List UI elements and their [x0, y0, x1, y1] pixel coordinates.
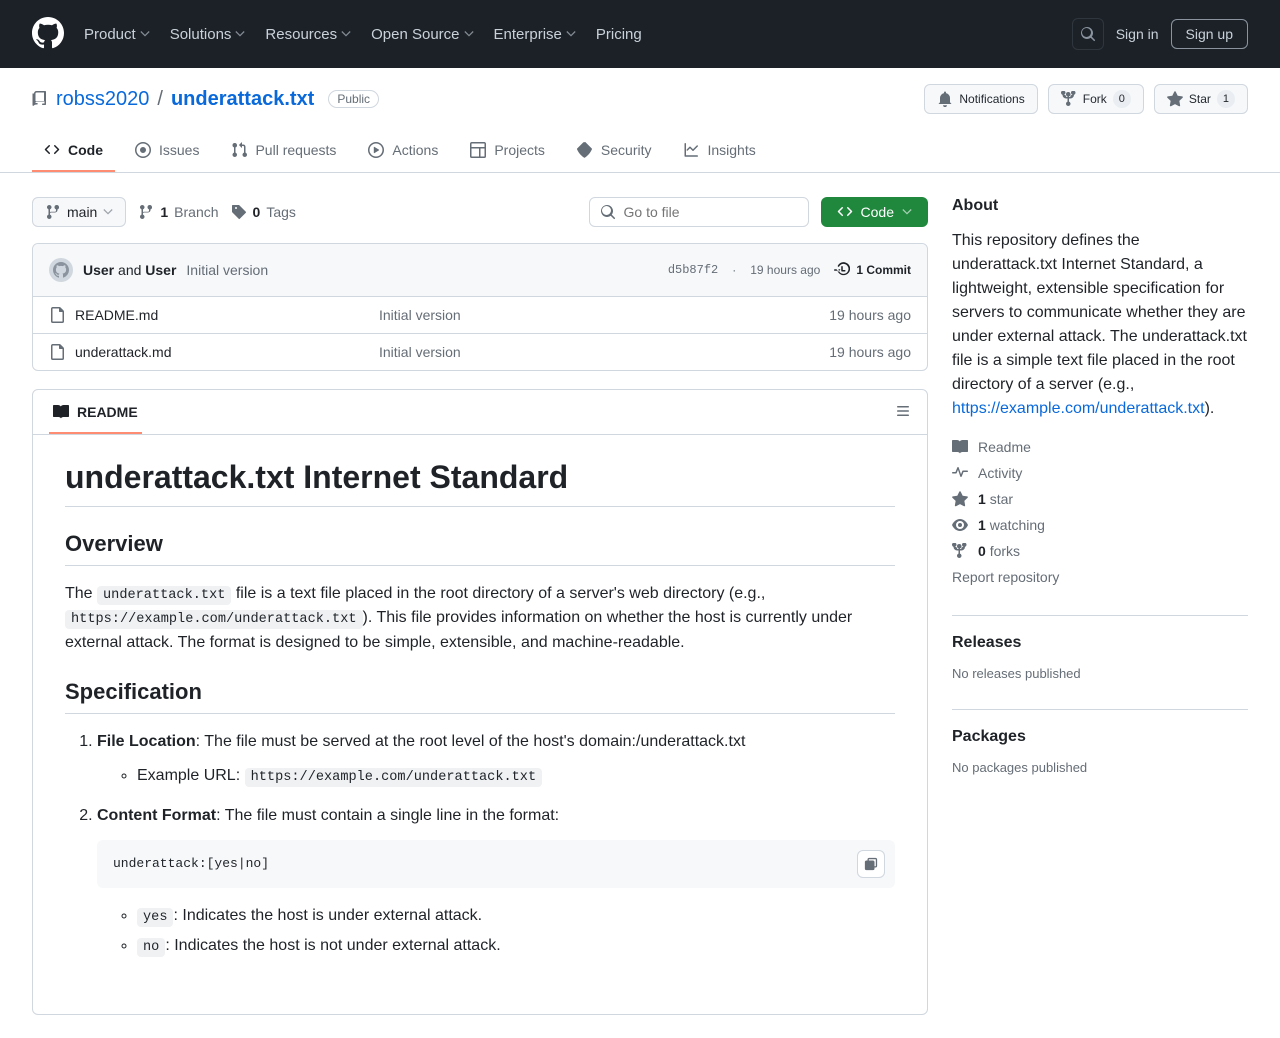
list-icon: [895, 403, 911, 419]
file-name[interactable]: README.md: [75, 307, 158, 323]
tab-security[interactable]: Security: [565, 134, 664, 172]
readme-h2-specification: Specification: [65, 679, 895, 714]
tab-issues[interactable]: Issues: [123, 134, 211, 172]
readme-link[interactable]: Readme: [952, 439, 1248, 455]
about-heading: About: [952, 197, 1248, 215]
visibility-badge: Public: [328, 90, 379, 108]
github-logo-icon[interactable]: [32, 17, 64, 52]
star-icon: [1167, 91, 1183, 107]
tag-icon: [231, 204, 247, 220]
tab-code[interactable]: Code: [32, 134, 115, 172]
go-to-file-input[interactable]: [589, 197, 809, 227]
code-block: underattack:[yes|no]: [97, 840, 895, 888]
about-link[interactable]: https://example.com/underattack.txt: [952, 400, 1205, 417]
code-icon: [837, 204, 853, 220]
forks-link[interactable]: 0 forks: [952, 543, 1248, 559]
branches-link[interactable]: 1 Branch: [138, 204, 218, 220]
file-commit-message[interactable]: Initial version: [379, 307, 829, 323]
branch-select-button[interactable]: main: [32, 197, 126, 227]
repo-title: robss2020 / underattack.txt Public: [32, 88, 379, 111]
commits-link[interactable]: 1 Commit: [834, 262, 911, 278]
copy-button[interactable]: [857, 850, 885, 878]
file-age: 19 hours ago: [829, 344, 911, 360]
nav-product[interactable]: Product: [84, 26, 150, 43]
releases-empty: No releases published: [952, 666, 1248, 681]
packages-heading: Packages: [952, 728, 1248, 746]
commit-sha[interactable]: d5b87f2: [668, 263, 718, 277]
star-button[interactable]: Star1: [1154, 84, 1248, 114]
readme-h2-overview: Overview: [65, 531, 895, 566]
notifications-button[interactable]: Notifications: [924, 84, 1037, 114]
packages-empty: No packages published: [952, 760, 1248, 775]
file-commit-message[interactable]: Initial version: [379, 344, 829, 360]
search-icon: [600, 204, 616, 220]
tab-actions[interactable]: Actions: [356, 134, 450, 172]
repo-name-link[interactable]: underattack.txt: [171, 88, 314, 111]
commit-author[interactable]: User: [83, 262, 114, 278]
readme-content: underattack.txt Internet Standard Overvi…: [33, 435, 927, 1014]
commit-message[interactable]: Initial version: [186, 262, 268, 278]
commit-author[interactable]: User: [145, 262, 176, 278]
book-icon: [53, 404, 69, 420]
nav-solutions[interactable]: Solutions: [170, 26, 246, 43]
eye-icon: [952, 517, 968, 533]
code-download-button[interactable]: Code: [821, 197, 928, 227]
file-icon: [49, 307, 65, 323]
copy-icon: [864, 857, 878, 871]
file-row[interactable]: underattack.md Initial version 19 hours …: [33, 334, 927, 370]
tab-projects[interactable]: Projects: [458, 134, 557, 172]
file-name[interactable]: underattack.md: [75, 344, 172, 360]
fork-icon: [1061, 91, 1077, 107]
chevron-down-icon: [103, 207, 113, 217]
stars-link[interactable]: 1 star: [952, 491, 1248, 507]
git-branch-icon: [45, 204, 61, 220]
tab-insights[interactable]: Insights: [671, 134, 767, 172]
global-navbar: Product Solutions Resources Open Source …: [0, 0, 1280, 68]
nav-pricing[interactable]: Pricing: [596, 26, 642, 43]
fork-button[interactable]: Fork0: [1048, 84, 1144, 114]
sign-up-button[interactable]: Sign up: [1171, 19, 1248, 49]
file-row[interactable]: README.md Initial version 19 hours ago: [33, 297, 927, 334]
nav-enterprise[interactable]: Enterprise: [494, 26, 576, 43]
fork-icon: [952, 543, 968, 559]
latest-commit-bar: User and User Initial version d5b87f2 · …: [33, 244, 927, 297]
sign-in-link[interactable]: Sign in: [1116, 26, 1159, 42]
avatar[interactable]: [49, 258, 73, 282]
repo-owner-link[interactable]: robss2020: [56, 88, 149, 111]
readme-h1: underattack.txt Internet Standard: [65, 459, 895, 507]
tags-link[interactable]: 0 Tags: [231, 204, 296, 220]
outline-button[interactable]: [895, 403, 911, 422]
pulse-icon: [952, 465, 968, 481]
file-icon: [49, 344, 65, 360]
releases-heading: Releases: [952, 634, 1248, 652]
activity-link[interactable]: Activity: [952, 465, 1248, 481]
search-button[interactable]: [1072, 18, 1104, 50]
commit-age: 19 hours ago: [750, 263, 820, 277]
repo-icon: [32, 91, 48, 107]
bell-icon: [937, 91, 953, 107]
chevron-down-icon: [902, 207, 912, 217]
book-icon: [952, 439, 968, 455]
history-icon: [834, 262, 850, 278]
file-age: 19 hours ago: [829, 307, 911, 323]
about-description: This repository defines the underattack.…: [952, 229, 1248, 421]
readme-tab[interactable]: README: [49, 390, 142, 434]
star-icon: [952, 491, 968, 507]
nav-resources[interactable]: Resources: [265, 26, 351, 43]
nav-open-source[interactable]: Open Source: [371, 26, 473, 43]
repo-tabs: Code Issues Pull requests Actions Projec…: [0, 134, 1280, 173]
watching-link[interactable]: 1 watching: [952, 517, 1248, 533]
report-repository-link[interactable]: Report repository: [952, 569, 1248, 585]
tab-pull-requests[interactable]: Pull requests: [219, 134, 348, 172]
git-branch-icon: [138, 204, 154, 220]
